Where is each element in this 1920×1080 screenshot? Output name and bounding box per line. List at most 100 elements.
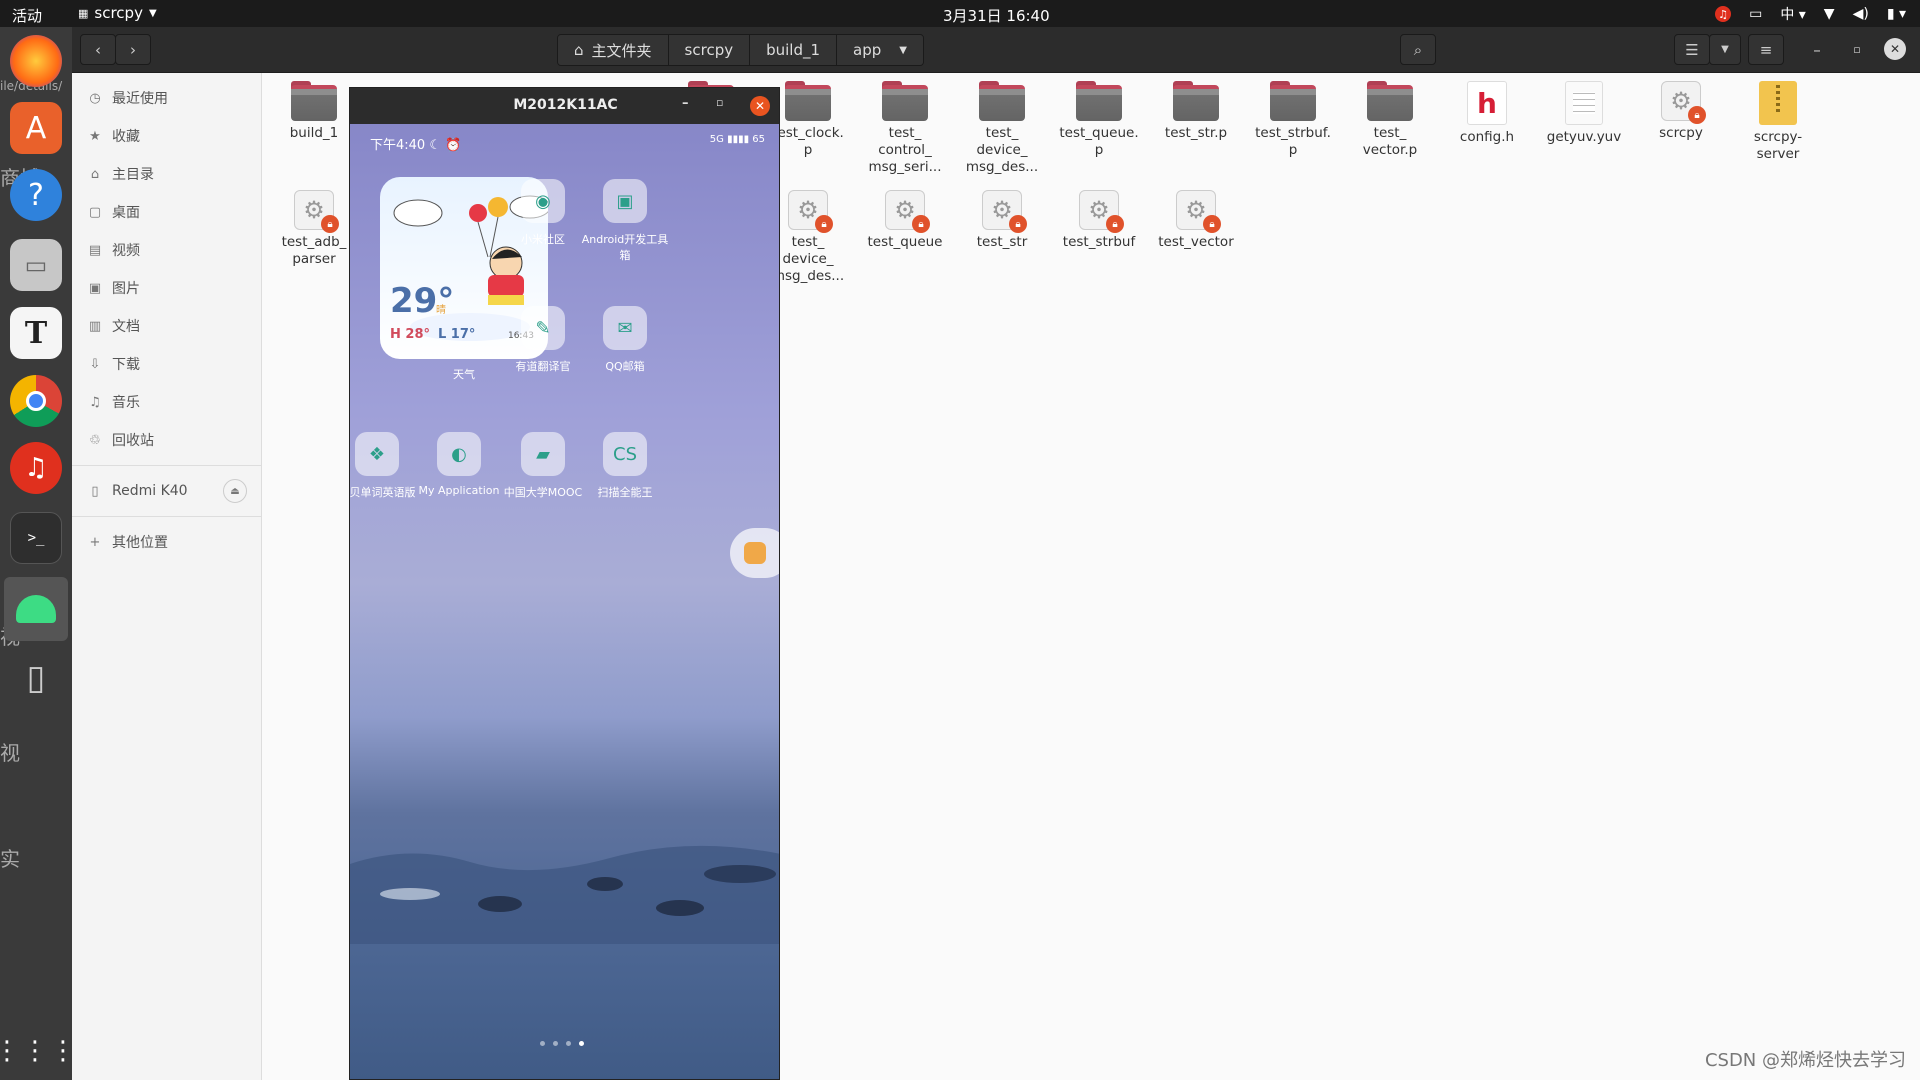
maximize-button[interactable]: ▫ <box>1842 34 1872 65</box>
wifi-icon[interactable]: ▼ <box>1824 6 1835 22</box>
crumb-scrcpy[interactable]: scrcpy <box>668 35 751 65</box>
clock[interactable]: 3月31日 16:40 <box>943 5 1050 26</box>
file-name: scrcpy <box>1659 125 1703 141</box>
file-item[interactable]: build_1 <box>267 81 361 142</box>
search-button[interactable]: ⌕ <box>1400 34 1436 65</box>
activities-button[interactable]: 活动 <box>12 5 42 26</box>
file-name: test_ control_ msg_seri... <box>868 125 942 175</box>
keyboard-icon[interactable]: ▭ <box>1749 6 1762 22</box>
sidebar-item-picture[interactable]: ▣ 图片 <box>72 269 261 307</box>
sidebar-item-desktop[interactable]: ▢ 桌面 <box>72 193 261 231</box>
netease-music-icon[interactable]: ♫ <box>1715 6 1732 22</box>
app-icon: ◉ <box>521 179 565 223</box>
app-icon: ❖ <box>355 432 399 476</box>
floating-ball[interactable] <box>730 528 779 578</box>
file-item[interactable]: ⚙ 🔒︎ test_vector <box>1149 190 1243 251</box>
sidebar-item-video[interactable]: ▤ 视频 <box>72 231 261 269</box>
app-menu[interactable]: ▦ scrcpy ▼ <box>78 4 157 22</box>
app-menu-label: scrcpy <box>94 4 143 22</box>
file-item[interactable]: test_ device_ msg_des... <box>955 81 1049 176</box>
battery-icon[interactable]: ▮ ▾ <box>1887 6 1906 22</box>
view-list-button[interactable]: ☰ <box>1674 34 1710 65</box>
terminal-icon[interactable]: >_ <box>10 512 62 564</box>
file-item[interactable]: scrcpy- server <box>1731 81 1825 163</box>
system-tray[interactable]: ♫ ▭ 中 ▾ ▼ ◀) ▮ ▾ <box>1715 4 1906 24</box>
app-label: 小米社区 <box>521 233 565 246</box>
chrome-icon[interactable] <box>10 375 62 427</box>
phone-app[interactable]: ◐ My Application <box>413 432 505 497</box>
executable-icon: ⚙🔒︎ <box>982 190 1027 233</box>
netease-cloud-music-icon[interactable]: ♫ <box>10 442 62 494</box>
minimize-button[interactable]: – <box>682 96 689 111</box>
close-button[interactable]: ✕ <box>1884 38 1906 60</box>
sidebar-device[interactable]: ▯ Redmi K40 ⏏ <box>72 472 261 510</box>
app-label: My Application <box>418 484 500 497</box>
view-options-button[interactable]: ▼ <box>1709 34 1741 65</box>
phone-app[interactable]: ✉ QQ邮箱 <box>579 306 671 374</box>
menu-button[interactable]: ≡ <box>1748 34 1784 65</box>
phone-app[interactable]: CS 扫描全能王 <box>579 432 671 500</box>
firefox-icon[interactable] <box>10 35 62 87</box>
sidebar-item-trash[interactable]: ♲ 回收站 <box>72 421 261 459</box>
file-name: test_str <box>976 234 1028 250</box>
file-item[interactable]: h config.h <box>1440 81 1534 146</box>
app-label: QQ邮箱 <box>605 360 645 373</box>
sidebar: ◷ 最近使用 ★ 收藏 ⌂ 主目录 ▢ 桌面 ▤ 视频 ▣ 图片 ▥ 文档 ⇩ 下载 ♫ 音乐 ♲ 回收站 ▯ Red… <box>72 73 262 1080</box>
file-item[interactable]: ⚙ 🔒︎ test_adb_ parser <box>267 190 361 268</box>
sidebar-item-home[interactable]: ⌂ 主目录 <box>72 155 261 193</box>
page-indicator[interactable] <box>540 1041 584 1046</box>
minimize-button[interactable]: – <box>1802 34 1832 65</box>
file-item[interactable]: ⚙ 🔒︎ test_str <box>955 190 1049 251</box>
sidebar-item-download[interactable]: ⇩ 下载 <box>72 345 261 383</box>
sidebar-item-document[interactable]: ▥ 文档 <box>72 307 261 345</box>
volume-icon[interactable]: ◀) <box>1853 6 1869 22</box>
scrcpy-window[interactable]: M2012K11AC – ▫ ✕ 下午4:40 ☾ ⏰ 5G ▮▮▮▮ 65 2… <box>349 87 780 1080</box>
file-name: test_queue <box>867 234 943 250</box>
back-button[interactable]: ‹ <box>80 34 116 65</box>
show-apps-icon[interactable]: ⋮⋮⋮ <box>0 1025 72 1077</box>
phone-app[interactable]: ✎ 有道翻译官 <box>497 306 589 374</box>
phone-app[interactable]: ▰ 中国大学MOOC <box>497 432 589 500</box>
close-button[interactable]: ✕ <box>750 96 770 116</box>
scrcpy-titlebar[interactable]: M2012K11AC – ▫ ✕ <box>350 88 779 124</box>
lock-icon: 🔒︎ <box>1688 106 1706 124</box>
phone-screen[interactable]: 下午4:40 ☾ ⏰ 5G ▮▮▮▮ 65 29° 晴 H 28° L 17° <box>350 124 779 1079</box>
files-icon[interactable]: ▭ <box>10 239 62 291</box>
phone-app[interactable]: ❖ 扇贝单词英语版 <box>350 432 423 500</box>
picture-icon: ▣ <box>88 280 102 296</box>
phone-app[interactable]: ◉ 小米社区 <box>497 179 589 247</box>
file-item[interactable]: ⚙ 🔒︎ scrcpy <box>1634 81 1728 142</box>
video-icon: ▤ <box>88 242 102 258</box>
desktop-icon: ▢ <box>88 204 102 220</box>
file-item[interactable]: test_ control_ msg_seri... <box>858 81 952 176</box>
file-item[interactable]: getyuv.yuv <box>1537 81 1631 146</box>
file-item[interactable]: test_str.p <box>1149 81 1243 142</box>
sidebar-item-music[interactable]: ♫ 音乐 <box>72 383 261 421</box>
maximize-button[interactable]: ▫ <box>716 96 723 109</box>
file-item[interactable]: test_queue. p <box>1052 81 1146 159</box>
software-store-icon[interactable]: A <box>10 102 62 154</box>
download-icon: ⇩ <box>89 356 101 372</box>
file-item[interactable]: test_ vector.p <box>1343 81 1437 159</box>
phone-app[interactable]: ▣ Android开发工具箱 <box>579 179 671 263</box>
lock-icon: 🔒︎ <box>912 215 930 233</box>
android-studio-icon[interactable] <box>4 577 68 641</box>
file-item[interactable]: ⚙ 🔒︎ test_strbuf <box>1052 190 1146 251</box>
help-icon[interactable]: ? <box>10 169 62 221</box>
status-signal: 5G ▮▮▮▮ 65 <box>709 134 765 145</box>
text-editor-icon[interactable]: T <box>10 307 62 359</box>
forward-button[interactable]: › <box>115 34 151 65</box>
sidebar-item-star[interactable]: ★ 收藏 <box>72 117 261 155</box>
sidebar-other-locations[interactable]: + 其他位置 <box>72 523 261 561</box>
lock-icon: 🔒︎ <box>321 215 339 233</box>
input-method[interactable]: 中 ▾ <box>1780 4 1805 24</box>
device-icon[interactable]: ▯ <box>10 652 62 704</box>
crumb-app[interactable]: app ▼ <box>837 35 923 65</box>
app-icon: ▣ <box>603 179 647 223</box>
crumb-home[interactable]: ⌂ 主文件夹 <box>558 35 669 65</box>
file-item[interactable]: ⚙ 🔒︎ test_queue <box>858 190 952 251</box>
crumb-build[interactable]: build_1 <box>750 35 838 65</box>
file-item[interactable]: test_strbuf. p <box>1246 81 1340 159</box>
sidebar-item-clock[interactable]: ◷ 最近使用 <box>72 79 261 117</box>
eject-icon[interactable]: ⏏ <box>223 479 247 503</box>
